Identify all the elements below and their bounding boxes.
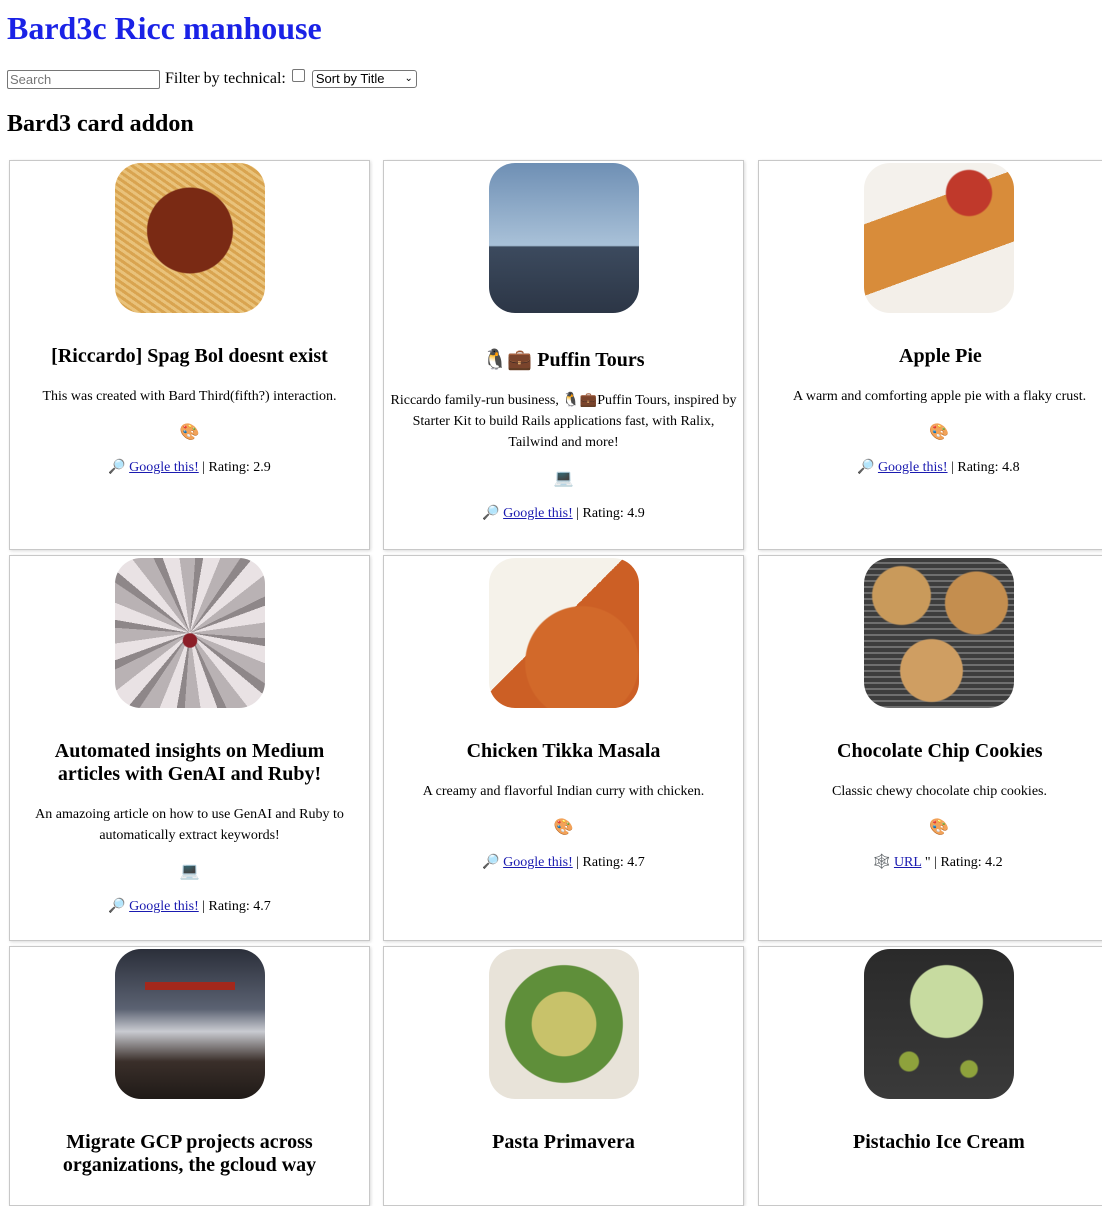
card-description: A warm and comforting apple pie with a f…	[793, 389, 1087, 404]
card: Automated insights on Medium articles wi…	[9, 555, 370, 941]
magnifier-icon: 🔎	[482, 855, 500, 870]
card-footer: 🔎 Google this! | Rating: 4.8	[857, 459, 1102, 477]
card: Pistachio Ice Cream	[758, 946, 1102, 1206]
filter-label: Filter by technical:	[165, 70, 286, 87]
card-footer: 🔎 Google this! | Rating: 4.7	[10, 898, 369, 916]
card-title: Chicken Tikka Masala	[466, 740, 661, 762]
palette-icon: 🎨	[929, 819, 949, 836]
site-title: Bard3c Ricc manhouse	[7, 10, 322, 46]
card: Chicken Tikka Masala A creamy and flavor…	[383, 555, 744, 941]
card-footer: 🕸️ URL " | Rating: 4.2	[873, 854, 1102, 872]
card-description: A creamy and flavorful Indian curry with…	[422, 784, 705, 799]
palette-icon: 🎨	[179, 424, 200, 441]
google-this-link[interactable]: Google this!	[129, 460, 199, 475]
pasta-primavera-image	[488, 949, 639, 1099]
puffin-image	[488, 163, 639, 313]
magnifier-icon: 🔎	[108, 460, 126, 475]
pistachio-ice-cream-image	[864, 949, 1014, 1099]
apple-pie-image	[864, 163, 1014, 313]
spaghetti-bolognese-image	[114, 163, 265, 313]
cookies-image	[864, 558, 1014, 708]
magnifier-icon: 🔎	[857, 460, 875, 475]
card-description: This was created with Bard Third(fifth?)…	[42, 389, 337, 404]
card-description: An amazoing article on how to use GenAI …	[35, 807, 344, 843]
sort-select[interactable]: Sort by Title ⌄	[311, 70, 417, 88]
chicken-tikka-image	[488, 558, 639, 708]
card-title: Apple Pie	[899, 345, 982, 367]
spider-image	[114, 558, 265, 708]
card: Pasta Primavera	[383, 946, 744, 1206]
card-rating: | Rating: 4.7	[576, 855, 645, 870]
card-title: [Riccardo] Spag Bol doesnt exist	[51, 345, 328, 367]
card: 🐧💼 Puffin Tours Riccardo family-run busi…	[383, 160, 744, 550]
search-input[interactable]	[7, 69, 160, 89]
chevron-down-icon: ⌄	[404, 73, 413, 84]
sort-selected-value: Sort by Title	[315, 71, 385, 86]
card-footer: 🔎 Google this! | Rating: 4.9	[384, 505, 743, 523]
laptop-icon: 💻	[179, 863, 200, 880]
card-rating: | Rating: 4.9	[576, 506, 645, 521]
palette-icon: 🎨	[553, 819, 574, 836]
card-title: 🐧💼 Puffin Tours	[482, 349, 645, 371]
google-this-link[interactable]: Google this!	[503, 506, 573, 521]
torii-gate-image	[114, 949, 265, 1099]
controls-bar: Filter by technical: Sort by Title ⌄	[7, 68, 417, 90]
card-rating: | Rating: 2.9	[202, 460, 271, 475]
card: Chocolate Chip Cookies Classic chewy cho…	[758, 555, 1102, 941]
card-description: Classic chewy chocolate chip cookies.	[832, 784, 1047, 799]
card-rating: | Rating: 4.7	[202, 899, 271, 914]
card-title: Automated insights on Medium articles wi…	[54, 740, 325, 785]
card-title: Chocolate Chip Cookies	[837, 740, 1043, 762]
section-title: Bard3 card addon	[7, 111, 194, 137]
laptop-icon: 💻	[553, 470, 574, 487]
card-description: Riccardo family-run business, 🐧💼Puffin T…	[390, 393, 737, 450]
url-link[interactable]: URL	[894, 855, 921, 870]
magnifier-icon: 🔎	[482, 506, 500, 521]
card-footer: 🔎 Google this! | Rating: 4.7	[384, 854, 743, 872]
card-title: Migrate GCP projects across organization…	[62, 1131, 317, 1176]
google-this-link[interactable]: Google this!	[129, 899, 199, 914]
magnifier-icon: 🔎	[108, 899, 126, 914]
card: Apple Pie A warm and comforting apple pi…	[758, 160, 1102, 550]
card-footer: 🔎 Google this! | Rating: 2.9	[10, 459, 369, 477]
card-title: Pistachio Ice Cream	[853, 1131, 1025, 1153]
filter-technical-checkbox[interactable]	[291, 68, 305, 82]
card: [Riccardo] Spag Bol doesnt exist This wa…	[9, 160, 370, 550]
palette-icon: 🎨	[929, 424, 949, 441]
card-title: Pasta Primavera	[492, 1131, 635, 1153]
web-icon: 🕸️	[873, 855, 891, 870]
card-rating: | Rating: 4.8	[951, 460, 1020, 475]
card: Migrate GCP projects across organization…	[9, 946, 370, 1206]
google-this-link[interactable]: Google this!	[503, 855, 573, 870]
google-this-link[interactable]: Google this!	[878, 460, 948, 475]
card-rating: " | Rating: 4.2	[924, 855, 1003, 870]
